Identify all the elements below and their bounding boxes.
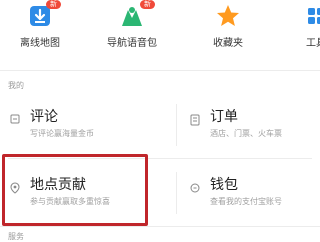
section-title-services: 服务: [8, 232, 24, 241]
new-badge: 新: [46, 0, 61, 9]
column-divider: [176, 172, 177, 214]
wallet-item[interactable]: 钱包 查看我的支付宝账号: [180, 164, 320, 222]
section-divider: [0, 226, 320, 227]
comment-title: 评论: [30, 109, 58, 125]
comment-icon: [10, 114, 20, 124]
offline-map-button[interactable]: 新 离线地图: [0, 0, 80, 58]
favorites-label: 收藏夹: [213, 38, 243, 49]
voice-pack-label: 导航语音包: [107, 38, 157, 49]
wallet-title: 钱包: [210, 177, 238, 193]
tool-icon: [308, 8, 320, 24]
wallet-icon: [190, 183, 200, 193]
order-item[interactable]: 订单 酒店、门票、火车票: [180, 96, 320, 154]
order-title: 订单: [210, 109, 238, 125]
voice-pack-button[interactable]: 新 导航语音包: [92, 0, 172, 58]
top-toolbar: 新 离线地图 新 导航语音包 收藏夹 工具: [0, 0, 320, 58]
comment-subtitle: 写评论赢海量金币: [30, 129, 94, 138]
favorites-button[interactable]: 收藏夹: [188, 0, 268, 58]
new-badge: 新: [140, 0, 155, 9]
order-icon: [190, 114, 200, 126]
column-divider: [176, 104, 177, 146]
section-title-mine: 我的: [8, 81, 24, 90]
tools-button[interactable]: 工具: [276, 0, 320, 58]
comment-item[interactable]: 评论 写评论赢海量金币: [0, 96, 160, 154]
wallet-subtitle: 查看我的支付宝账号: [210, 197, 282, 206]
section-divider: [0, 70, 320, 71]
tools-label: 工具: [306, 38, 320, 49]
order-subtitle: 酒店、门票、火车票: [210, 129, 282, 138]
highlight-frame: [2, 154, 148, 226]
star-icon: [217, 5, 239, 26]
offline-map-label: 离线地图: [20, 38, 60, 49]
